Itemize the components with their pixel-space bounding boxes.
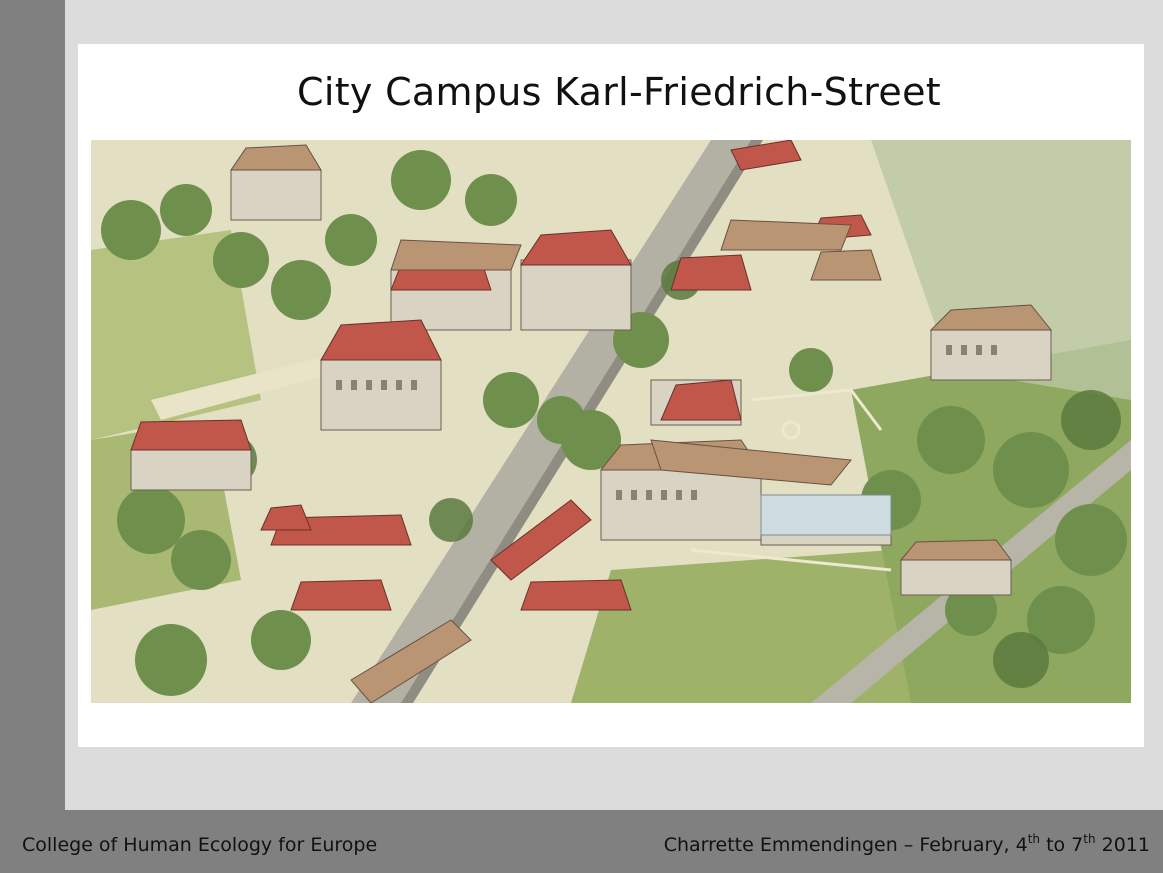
footer-event-mid: to 7 [1040,834,1084,856]
footer-organization: College of Human Ecology for Europe [22,834,378,856]
campus-aerial-illustration [91,140,1131,703]
footer-event-sup-2: th [1083,832,1096,846]
footer-bar: College of Human Ecology for Europe Char… [0,810,1163,873]
footer-event-sup-1: th [1027,832,1041,846]
slide: City Campus Karl-Friedrich-Street Colleg… [0,0,1163,873]
footer-event-prefix: Charrette Emmendingen – February, 4 [663,834,1028,856]
slide-title: City Campus Karl-Friedrich-Street [297,70,941,114]
footer-event: Charrette Emmendingen – February, 4th to… [663,832,1150,856]
left-side-bar [0,0,65,810]
footer-event-suffix: 2011 [1095,834,1150,856]
